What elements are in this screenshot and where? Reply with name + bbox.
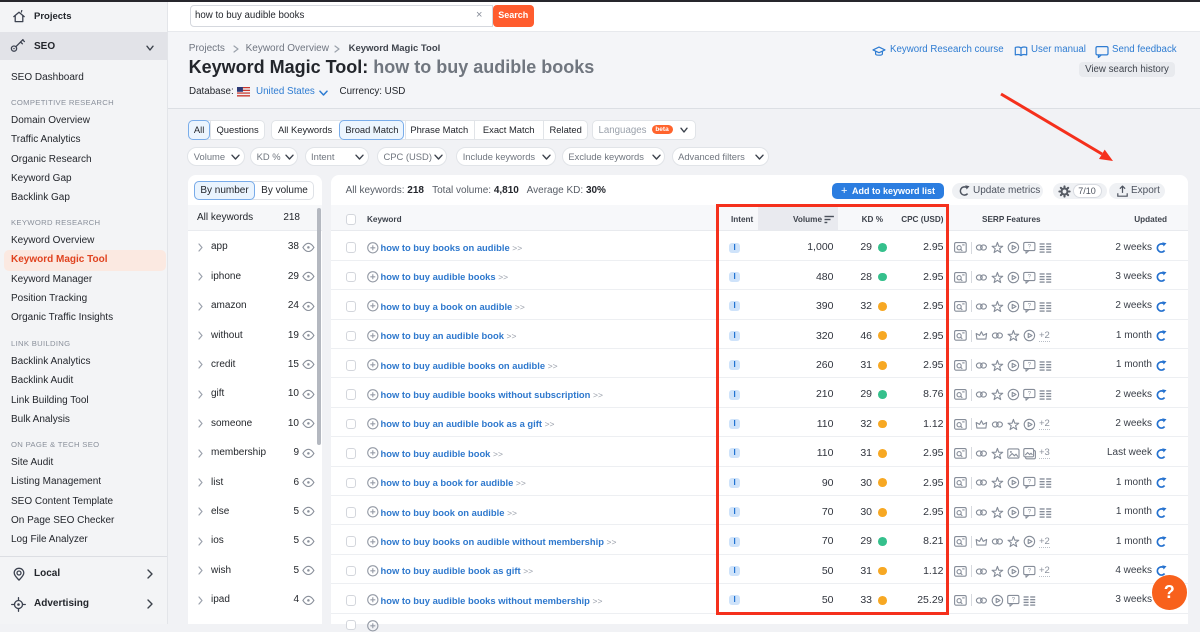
svg-text:?: ? xyxy=(1028,508,1032,515)
svg-text:?: ? xyxy=(1028,302,1032,309)
svg-text:?: ? xyxy=(1028,391,1032,398)
svg-text:?: ? xyxy=(1012,596,1016,603)
svg-text:?: ? xyxy=(1028,273,1032,280)
svg-text:?: ? xyxy=(1028,244,1032,251)
svg-text:?: ? xyxy=(1028,361,1032,368)
svg-text:?: ? xyxy=(1028,479,1032,486)
svg-text:?: ? xyxy=(1028,567,1032,574)
